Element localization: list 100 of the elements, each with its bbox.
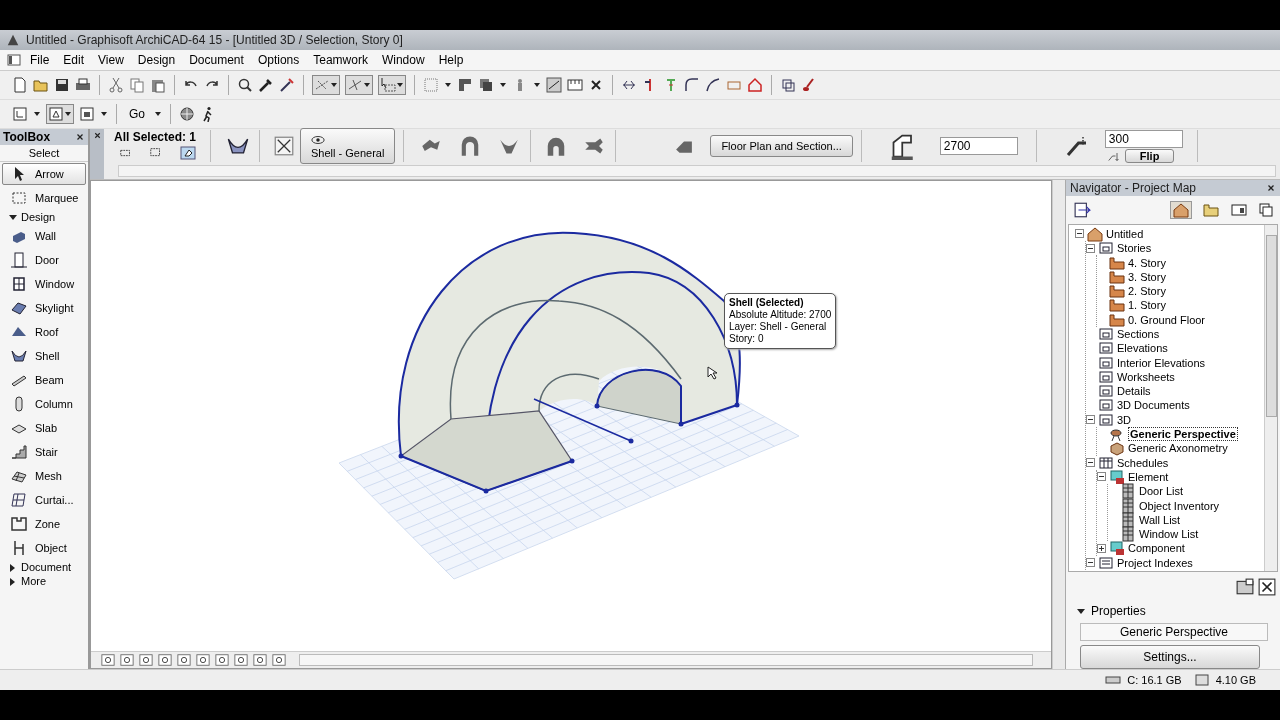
scrollbar[interactable] [1052, 180, 1065, 669]
tool-button[interactable]: Marquee [2, 187, 86, 209]
altitude-field[interactable]: 2700 [939, 137, 1018, 155]
tool-button[interactable]: Mesh [2, 465, 86, 487]
tree-item[interactable]: 0. Ground Floor [1128, 313, 1206, 326]
eye-icon[interactable] [311, 133, 325, 147]
tree-item[interactable]: 3D [1117, 413, 1132, 426]
tree-item[interactable]: Wall List [1139, 513, 1181, 526]
tool-button[interactable]: Window [2, 273, 86, 295]
tree-item[interactable]: Stories [1117, 242, 1152, 255]
render-icon[interactable] [546, 77, 562, 93]
tree-item[interactable]: Object Inventory [1139, 499, 1220, 512]
collapse-icon[interactable] [1075, 229, 1084, 239]
properties-heading[interactable]: Properties [1091, 604, 1146, 618]
close-icon[interactable] [1266, 183, 1276, 193]
print-icon[interactable] [75, 77, 91, 93]
tool-button[interactable]: Zone [2, 513, 86, 535]
collapse-icon[interactable] [1086, 415, 1095, 425]
tree-item[interactable]: Schedules [1117, 456, 1169, 469]
layers-icon[interactable] [478, 77, 494, 93]
globe-icon[interactable] [179, 106, 195, 122]
tool-button[interactable]: Shell [2, 345, 86, 367]
tool-button[interactable]: Column [2, 393, 86, 415]
tree-item[interactable]: Project Indexes [1117, 556, 1193, 569]
3d-view-icon[interactable] [48, 106, 64, 122]
save-icon[interactable] [54, 77, 70, 93]
zoom-icon[interactable] [237, 77, 253, 93]
expand-triangle-icon[interactable] [8, 562, 17, 572]
collapse-icon[interactable] [1086, 558, 1095, 568]
collapse-icon[interactable] [1097, 472, 1106, 482]
expand-triangle-icon[interactable] [8, 576, 17, 586]
tree-item[interactable]: 2. Story [1128, 285, 1166, 298]
scrollbar[interactable] [299, 654, 1033, 666]
ruler-icon[interactable] [567, 77, 583, 93]
flip-button[interactable]: Flip [1124, 148, 1175, 163]
tool-button[interactable]: Curtai... [2, 489, 86, 511]
tool-button[interactable]: Door [2, 249, 86, 271]
collapse-triangle-icon[interactable] [8, 212, 17, 222]
collapse-icon[interactable] [1086, 243, 1095, 253]
project-map-icon[interactable] [1171, 201, 1191, 218]
tree-item[interactable]: Generic Axonometry [1128, 442, 1228, 455]
publisher-sets-icon[interactable] [1258, 201, 1274, 218]
delete-icon[interactable] [1258, 578, 1276, 596]
tool-button[interactable]: Arrow [2, 163, 86, 185]
tree-item[interactable]: Details [1117, 385, 1151, 398]
floor-plan-icon[interactable] [12, 106, 28, 122]
tree-item[interactable]: Door List [1139, 485, 1184, 498]
tree-item[interactable]: Element [1128, 470, 1169, 483]
tree-item[interactable]: Sections [1117, 328, 1160, 340]
copy-icon[interactable] [129, 77, 145, 93]
view-name-field[interactable]: Generic Perspective [1080, 623, 1268, 641]
tool-button[interactable]: Slab [2, 417, 86, 439]
tree-item[interactable]: 3. Story [1128, 270, 1166, 283]
tree-item[interactable]: Window List [1139, 528, 1199, 541]
menu-item[interactable]: Window [375, 53, 431, 67]
tree-item[interactable]: Worksheets [1117, 370, 1175, 383]
guide-line-icon[interactable] [347, 77, 363, 93]
tree-item[interactable]: 1. Story [1128, 299, 1166, 312]
scrollbar[interactable] [1264, 224, 1277, 571]
menu-item[interactable]: Options [251, 53, 306, 67]
tool-button[interactable]: Skylight [2, 297, 86, 319]
new-document-icon[interactable] [12, 77, 28, 93]
tree-item[interactable]: Untitled [1106, 227, 1144, 240]
expand-icon[interactable] [1097, 543, 1106, 553]
publish-icon[interactable] [1072, 200, 1094, 219]
explode-icon[interactable] [780, 77, 796, 93]
layout-book-icon[interactable] [1230, 201, 1248, 218]
cursor-icon[interactable] [380, 77, 396, 93]
go-menu[interactable]: Go [125, 107, 149, 121]
view-map-icon[interactable] [1202, 201, 1220, 218]
tree-item[interactable]: Generic Perspective [1128, 427, 1238, 442]
close-icon[interactable] [75, 132, 85, 142]
document-icon[interactable] [6, 52, 22, 68]
cut-icon[interactable] [108, 77, 124, 93]
collapse-icon[interactable] [1086, 458, 1095, 468]
corner-icon[interactable] [457, 77, 473, 93]
crosshair-icon[interactable] [274, 136, 294, 156]
tool-button[interactable]: Roof [2, 321, 86, 343]
menu-item[interactable]: Teamwork [307, 53, 374, 67]
tree-item[interactable]: Elevations [1117, 342, 1168, 355]
close-icon[interactable] [92, 131, 102, 140]
tool-group[interactable]: Document [21, 561, 72, 573]
tool-button[interactable]: Object [2, 537, 86, 559]
house-icon[interactable] [747, 77, 763, 93]
tree-item[interactable]: Interior Elevations [1117, 356, 1206, 369]
tool-group[interactable]: More [21, 575, 47, 587]
new-view-icon[interactable] [1236, 578, 1254, 596]
open-folder-icon[interactable] [33, 77, 49, 93]
tool-button[interactable]: Stair [2, 441, 86, 463]
layer-button[interactable]: Shell - General [300, 128, 396, 164]
collapse-triangle-icon[interactable] [1076, 606, 1085, 616]
settings-button[interactable]: Settings... [1080, 645, 1260, 669]
menu-item[interactable]: File [24, 53, 56, 67]
tree-item[interactable]: 4. Story [1128, 256, 1166, 269]
tree-item[interactable]: 3D Documents [1117, 399, 1190, 412]
menu-item[interactable]: Document [183, 53, 250, 67]
menu-item[interactable]: View [92, 53, 130, 67]
tool-group[interactable]: Design [21, 211, 56, 223]
paste-icon[interactable] [150, 77, 166, 93]
layout-icon[interactable] [79, 106, 95, 122]
